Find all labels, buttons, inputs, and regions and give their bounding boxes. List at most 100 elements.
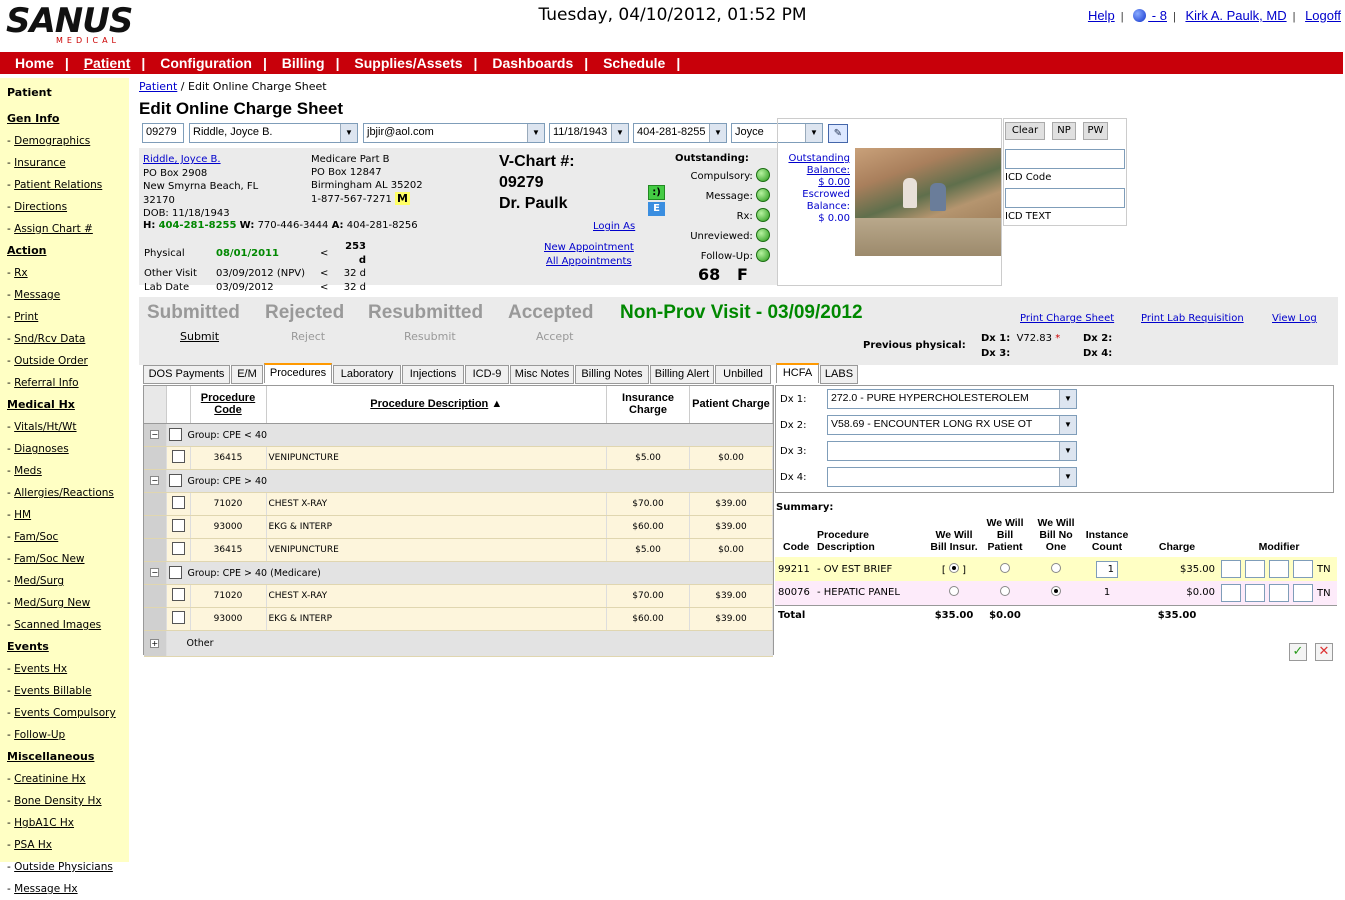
bill-radio[interactable] — [949, 562, 959, 573]
sidebar-link[interactable]: Scanned Images — [14, 619, 101, 631]
modifier-input[interactable] — [1245, 583, 1265, 602]
status-green-icon[interactable] — [756, 168, 770, 182]
nav-dashboards[interactable]: Dashboards — [492, 55, 573, 71]
sidebar-link[interactable]: Diagnoses — [14, 443, 69, 455]
hcfa-dx-select[interactable]: 272.0 - PURE HYPERCHOLESTEROLEM ▼ — [827, 389, 1077, 409]
sidebar-link[interactable]: Snd/Rcv Data — [14, 333, 85, 345]
submit-link[interactable]: Submit — [180, 330, 219, 343]
nav-billing[interactable]: Billing — [282, 55, 325, 71]
tab-injections[interactable]: Injections — [402, 365, 464, 384]
sidebar-link[interactable]: Meds — [14, 465, 42, 477]
row-checkbox[interactable] — [171, 541, 185, 555]
nav-schedule[interactable]: Schedule — [603, 55, 665, 71]
view-log-link[interactable]: View Log — [1272, 313, 1317, 324]
expand-icon[interactable]: + — [150, 638, 160, 648]
sidebar-link[interactable]: Events Billable — [14, 685, 91, 697]
sidebar-link[interactable]: Med/Surg — [14, 575, 64, 587]
login-as-link[interactable]: Login As — [593, 221, 635, 232]
sidebar-link[interactable]: Bone Density Hx — [14, 795, 101, 807]
messages-link[interactable]: - 8 — [1148, 8, 1167, 23]
row-checkbox[interactable] — [171, 495, 185, 509]
modifier-input[interactable] — [1221, 583, 1241, 602]
sidebar-link[interactable]: HM — [14, 509, 31, 521]
table-row[interactable]: 71020 CHEST X-RAY $70.00 $39.00 — [144, 492, 773, 516]
tab-laboratory[interactable]: Laboratory — [333, 365, 401, 384]
pw-button[interactable]: PW — [1083, 122, 1108, 140]
collapse-icon[interactable]: − — [150, 476, 160, 485]
collapse-icon[interactable]: − — [150, 430, 160, 439]
sidebar-link[interactable]: Referral Info — [14, 377, 78, 389]
sidebar-link[interactable]: Outside Physicians — [14, 861, 113, 873]
sidebar-link[interactable]: Message Hx — [14, 883, 77, 895]
modifier-input[interactable] — [1293, 583, 1313, 602]
nav-home[interactable]: Home — [15, 55, 54, 71]
sidebar-link[interactable]: Follow-Up — [14, 729, 65, 741]
sidebar-link[interactable]: Print — [14, 311, 38, 323]
print-charge-sheet-link[interactable]: Print Charge Sheet — [1020, 313, 1114, 324]
sidebar-link[interactable]: HgbA1C Hx — [14, 817, 74, 829]
modifier-input[interactable] — [1293, 560, 1313, 578]
sidebar-link[interactable]: Fam/Soc — [14, 531, 58, 543]
status-green-icon[interactable] — [756, 228, 770, 242]
modifier-input[interactable] — [1221, 560, 1241, 578]
bill-radio[interactable] — [1000, 586, 1010, 597]
messages-icon[interactable] — [1133, 9, 1147, 22]
print-lab-requisition-link[interactable]: Print Lab Requisition — [1141, 313, 1244, 324]
group-checkbox[interactable] — [168, 566, 182, 579]
row-checkbox[interactable] — [171, 449, 185, 463]
table-row[interactable]: 36415 VENIPUNCTURE $5.00 $0.00 — [144, 446, 773, 470]
nav-supplies-assets[interactable]: Supplies/Assets — [354, 55, 462, 71]
phone-select[interactable]: 404-281-8255 ▼ — [633, 123, 727, 143]
hcfa-dx-select[interactable]: V58.69 - ENCOUNTER LONG RX USE OT ▼ — [827, 415, 1077, 435]
instance-count-input[interactable]: 1 — [1096, 560, 1118, 578]
outstanding-balance-value[interactable]: $ 0.00 — [818, 177, 850, 188]
sidebar-link[interactable]: Allergies/Reactions — [14, 487, 114, 499]
modifier-input[interactable] — [1269, 583, 1289, 602]
procedure-code-header[interactable]: Procedure Code — [201, 392, 255, 416]
tab-dos-payments[interactable]: DOS Payments — [143, 365, 230, 384]
tab-labs[interactable]: LABS — [820, 365, 858, 384]
icd-code-input[interactable] — [1005, 149, 1125, 169]
clear-button[interactable]: Clear — [1005, 122, 1045, 140]
tab-unbilled[interactable]: Unbilled — [715, 365, 771, 384]
email-select[interactable]: jbjir@aol.com ▼ — [363, 123, 545, 143]
patient-name-link[interactable]: Riddle, Joyce B. — [143, 154, 221, 165]
hcfa-dx-select[interactable]: ▼ — [827, 467, 1077, 487]
table-row[interactable]: 93000 EKG & INTERP $60.00 $39.00 — [144, 607, 773, 631]
tab-hcfa[interactable]: HCFA — [776, 363, 819, 383]
bill-radio[interactable] — [1051, 586, 1061, 597]
hcfa-dx-select[interactable]: ▼ — [827, 441, 1077, 461]
chart-number-input[interactable]: 09279 — [142, 123, 184, 143]
sidebar-link[interactable]: Insurance — [14, 157, 66, 169]
user-link[interactable]: Kirk A. Paulk, MD — [1185, 8, 1286, 23]
sidebar-link[interactable]: Fam/Soc New — [14, 553, 84, 565]
tab-billing-alert[interactable]: Billing Alert — [650, 365, 714, 384]
table-row[interactable]: 93000 EKG & INTERP $60.00 $39.00 — [144, 515, 773, 539]
sidebar-link[interactable]: Creatinine Hx — [14, 773, 85, 785]
status-green-icon[interactable] — [756, 208, 770, 222]
sidebar-link[interactable]: Directions — [14, 201, 67, 213]
sidebar-link[interactable]: Patient Relations — [14, 179, 102, 191]
tab-em[interactable]: E/M — [231, 365, 263, 384]
tab-billing-notes[interactable]: Billing Notes — [575, 365, 649, 384]
tab-icd9[interactable]: ICD-9 — [465, 365, 509, 384]
icd-text-input[interactable] — [1005, 188, 1125, 208]
sidebar-link[interactable]: Events Compulsory — [14, 707, 116, 719]
cancel-x-icon[interactable]: ✕ — [1315, 643, 1333, 661]
sidebar-link[interactable]: Events Hx — [14, 663, 67, 675]
sidebar-link[interactable]: Vitals/Ht/Wt — [14, 421, 76, 433]
sidebar-link[interactable]: Message — [14, 289, 60, 301]
dob-select[interactable]: 11/18/1943 ▼ — [549, 123, 629, 143]
patient-name-select[interactable]: Riddle, Joyce B. ▼ — [189, 123, 358, 143]
outstanding-balance-link[interactable]: Outstanding Balance: — [788, 153, 850, 176]
status-green-icon[interactable] — [756, 188, 770, 202]
row-checkbox[interactable] — [171, 518, 185, 532]
sidebar-link[interactable]: Demographics — [14, 135, 90, 147]
tab-procedures[interactable]: Procedures — [264, 363, 332, 383]
sidebar-link[interactable]: Rx — [14, 267, 28, 279]
row-checkbox[interactable] — [171, 587, 185, 601]
all-appointments-link[interactable]: All Appointments — [546, 256, 632, 267]
np-button[interactable]: NP — [1052, 122, 1076, 140]
nav-patient[interactable]: Patient — [84, 55, 131, 71]
sidebar-link[interactable]: PSA Hx — [14, 839, 52, 851]
